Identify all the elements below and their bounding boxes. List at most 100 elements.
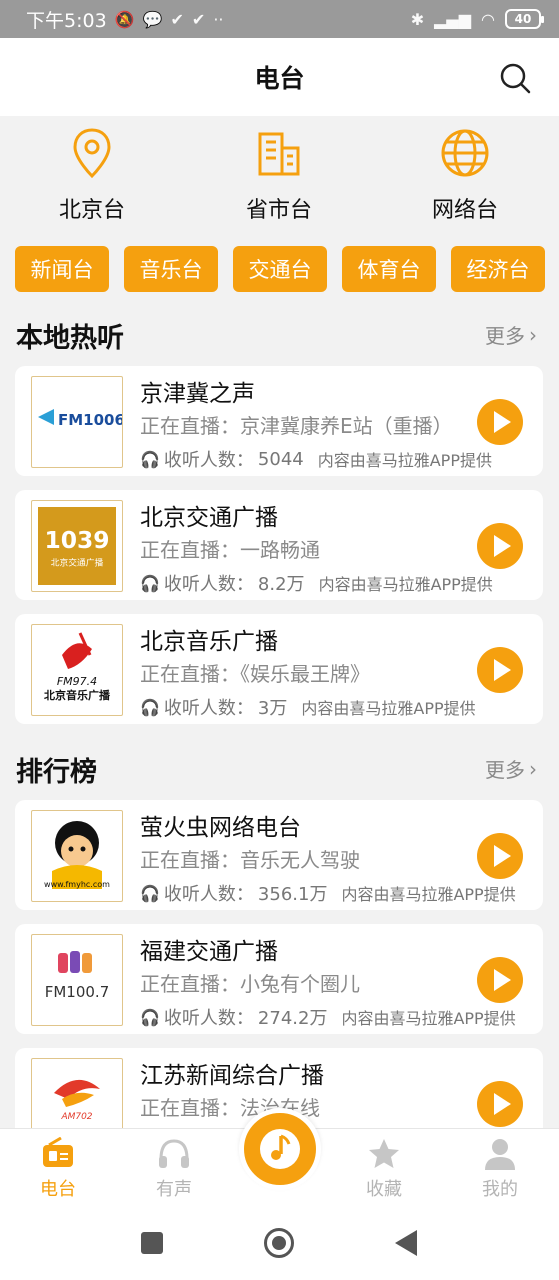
location-pin-icon (73, 128, 111, 179)
tab-me[interactable]: 我的 (460, 1137, 540, 1201)
station-logo: FM97.4 北京音乐广播 (31, 624, 123, 716)
play-button[interactable] (477, 523, 523, 569)
listeners-label: 收听人数： (163, 884, 254, 905)
play-button[interactable] (477, 647, 523, 693)
chip-sports[interactable]: 体育台 (342, 246, 436, 292)
content-source: 内容由喜马拉雅APP提供 (317, 451, 492, 470)
chip-economy[interactable]: 经济台 (451, 246, 545, 292)
category-label: 北京台 (58, 198, 125, 223)
station-now-playing: 正在直播：小兔有个圈儿 (140, 972, 360, 996)
headphones-icon (159, 1139, 189, 1168)
content-source: 内容由喜马拉雅APP提供 (301, 699, 476, 718)
chat-icon: 💬 (142, 9, 163, 29)
headphones-icon: 🎧 (140, 883, 160, 903)
listeners-count: 5044 (257, 448, 304, 470)
station-meta: 🎧 收听人数： 274.2万 内容由喜马拉雅APP提供 (140, 1004, 516, 1030)
play-button[interactable] (477, 833, 523, 879)
home-icon[interactable] (264, 1228, 294, 1258)
chip-news[interactable]: 新闻台 (15, 246, 109, 292)
building-icon (258, 132, 300, 176)
tab-label: 收藏 (366, 1179, 402, 1200)
section-title-ranking: 排行榜 (16, 757, 97, 788)
station-logo-text: FM1006 (58, 411, 122, 429)
station-logo-image: AM702 (54, 1079, 100, 1122)
download-icon: ✔ (170, 9, 184, 29)
station-card[interactable]: www.fmyhc.com 萤火虫网络电台 正在直播：音乐无人驾驶 🎧 收听人数… (15, 800, 543, 910)
page-title: 电台 (254, 64, 305, 93)
recent-apps-icon[interactable] (141, 1232, 163, 1254)
station-logo-subtext: 北京音乐广播 (44, 688, 111, 702)
category-beijing[interactable]: 北京台 (22, 126, 162, 224)
chevron-right-icon: › (529, 322, 537, 347)
station-now-playing: 正在直播：一路畅通 (140, 538, 320, 562)
station-logo-image: www.fmyhc.com (44, 821, 110, 889)
wifi-icon: ◠ (481, 9, 495, 29)
station-name: 北京音乐广播 (140, 629, 278, 655)
station-name: 江苏新闻综合广播 (140, 1063, 324, 1089)
headphones-icon: 🎧 (140, 573, 160, 593)
category-province[interactable]: 省市台 (209, 126, 349, 224)
station-logo-text: FM100.7 (45, 983, 110, 1001)
station-name: 福建交通广播 (140, 939, 278, 965)
category-label: 网络台 (431, 198, 498, 223)
station-name: 京津冀之声 (140, 381, 255, 407)
station-logo-text: 1039 (44, 526, 109, 554)
chip-traffic[interactable]: 交通台 (233, 246, 327, 292)
listeners-label: 收听人数： (163, 1008, 254, 1029)
tab-label: 电台 (40, 1179, 76, 1200)
music-note-icon (260, 1129, 300, 1169)
play-button[interactable] (477, 957, 523, 1003)
back-icon[interactable] (395, 1230, 417, 1256)
play-button[interactable] (477, 1081, 523, 1127)
station-meta: 🎧 收听人数： 3万 内容由喜马拉雅APP提供 (140, 694, 476, 720)
chevron-right-icon: › (529, 756, 537, 781)
radio-icon (43, 1137, 73, 1167)
listeners-count: 356.1万 (257, 884, 328, 905)
station-logo-subtext: 北京交通广播 (51, 557, 104, 569)
category-network[interactable]: 网络台 (395, 126, 535, 224)
station-card[interactable]: 1039 北京交通广播 北京交通广播 正在直播：一路畅通 🎧 收听人数： 8.2万… (15, 490, 543, 600)
station-card[interactable]: FM1006 京津冀之声 正在直播：京津冀康养E站（重播） 🎧 收听人数： 504… (15, 366, 543, 476)
station-logo: www.fmyhc.com (31, 810, 123, 902)
mute-icon: 🔕 (114, 9, 135, 29)
listeners-label: 收听人数： (163, 698, 254, 719)
tab-audio[interactable]: 有声 (134, 1137, 214, 1201)
more-label: 更多 (485, 758, 525, 782)
station-logo: AM702 (31, 1058, 123, 1128)
station-meta: 🎧 收听人数： 8.2万 内容由喜马拉雅APP提供 (140, 570, 493, 596)
chip-music[interactable]: 音乐台 (124, 246, 218, 292)
station-name: 萤火虫网络电台 (140, 815, 301, 841)
more-label: 更多 (485, 324, 525, 348)
listeners-count: 8.2万 (257, 574, 305, 595)
station-logo-image: 1039 北京交通广播 (38, 507, 116, 585)
more-link-ranking[interactable]: 更多 › (485, 754, 537, 783)
content-source: 内容由喜马拉雅APP提供 (318, 575, 493, 594)
category-row: 北京台 省市台 网络台 (0, 126, 559, 226)
station-now-playing: 正在直播：京津冀康养E站（重播） (140, 414, 453, 438)
headphones-icon: 🎧 (140, 449, 160, 469)
tab-label: 我的 (482, 1179, 518, 1200)
tab-radio[interactable]: 电台 (18, 1137, 98, 1201)
station-meta: 🎧 收听人数： 356.1万 内容由喜马拉雅APP提供 (140, 880, 516, 906)
station-logo-text: www.fmyhc.com (44, 880, 110, 889)
station-now-playing: 正在直播：音乐无人驾驶 (140, 848, 360, 872)
station-logo-image: FM1006 (38, 409, 122, 429)
play-button[interactable] (477, 399, 523, 445)
search-icon[interactable] (499, 62, 531, 94)
station-card[interactable]: FM100.7 福建交通广播 正在直播：小兔有个圈儿 🎧 收听人数： 274.2万… (15, 924, 543, 1034)
section-title-local: 本地热听 (16, 323, 124, 354)
content-source: 内容由喜马拉雅APP提供 (341, 1009, 516, 1028)
genre-chip-row: 新闻台 音乐台 交通台 体育台 经济台 (15, 246, 545, 292)
status-bar: 下午5:03 🔕 💬 ✔ ✔ ·· ✱ ▂▄▆ ◠ 40 (0, 0, 559, 38)
listeners-count: 274.2万 (257, 1008, 328, 1029)
station-logo-image: FM100.7 (45, 951, 110, 1001)
status-time: 下午5:03 (26, 9, 107, 32)
download-icon: ✔ (191, 9, 206, 29)
station-logo-text: AM702 (60, 1112, 92, 1122)
tab-favorites[interactable]: 收藏 (344, 1137, 424, 1201)
more-link-local[interactable]: 更多 › (485, 320, 537, 349)
tab-label: 有声 (156, 1179, 192, 1200)
now-playing-button[interactable] (239, 1108, 321, 1190)
station-logo: FM100.7 (31, 934, 123, 1026)
station-card[interactable]: FM97.4 北京音乐广播 北京音乐广播 正在直播：《娱乐最王牌》 🎧 收听人数… (15, 614, 543, 724)
